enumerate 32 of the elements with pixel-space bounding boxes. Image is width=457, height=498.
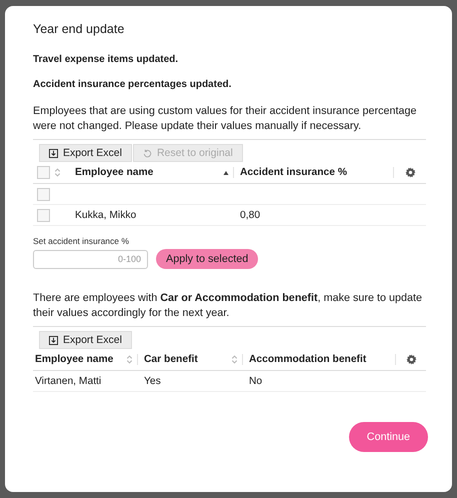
sort-ascending-icon[interactable] <box>223 168 229 176</box>
info-paragraph: Employees that are using custom values for their accident insurance percentage were not changed. Please update their values manually if necessary. <box>33 104 418 134</box>
column-header[interactable]: Accommodation benefit <box>249 354 366 365</box>
table-cell: 0,80 <box>240 210 260 220</box>
checkbox[interactable] <box>37 188 50 200</box>
table-cell: Yes <box>144 376 161 386</box>
table-cell: Kukka, Mikko <box>75 210 136 220</box>
download-icon <box>49 336 58 344</box>
download-icon <box>49 148 58 158</box>
sort-icon[interactable] <box>54 168 61 177</box>
column-header[interactable]: Accident insurance % <box>240 167 348 178</box>
field-label: Set accident insurance % <box>33 236 130 246</box>
table-cell: No <box>249 376 262 386</box>
column-header[interactable]: Employee name <box>75 167 154 178</box>
table-cell: Virtanen, Matti <box>35 376 102 386</box>
sort-icon[interactable] <box>126 355 133 364</box>
status-message: Travel expense items updated. <box>33 54 180 65</box>
checkbox[interactable] <box>37 166 50 179</box>
toolbar-button[interactable]: Export Excel <box>39 144 132 162</box>
checkbox[interactable] <box>37 208 50 222</box>
info-paragraph: There are employees with Car or Accommodation benefit, make sure to update their values accordingly for the next year. <box>33 291 424 321</box>
reset-icon <box>142 148 152 158</box>
column-header[interactable]: Employee name <box>35 354 114 365</box>
settings-icon[interactable] <box>406 354 416 365</box>
apply-button[interactable]: Apply to selected <box>156 249 258 269</box>
toolbar-button[interactable]: Export Excel <box>39 331 132 349</box>
column-header[interactable]: Car benefit <box>144 354 198 365</box>
settings-icon[interactable] <box>404 167 416 178</box>
dialog-title: Year end update <box>33 22 126 36</box>
status-message: Accident insurance percentages updated. <box>33 79 232 90</box>
percentage-input[interactable]: 0-100 <box>33 250 148 268</box>
sort-icon[interactable] <box>231 355 238 364</box>
